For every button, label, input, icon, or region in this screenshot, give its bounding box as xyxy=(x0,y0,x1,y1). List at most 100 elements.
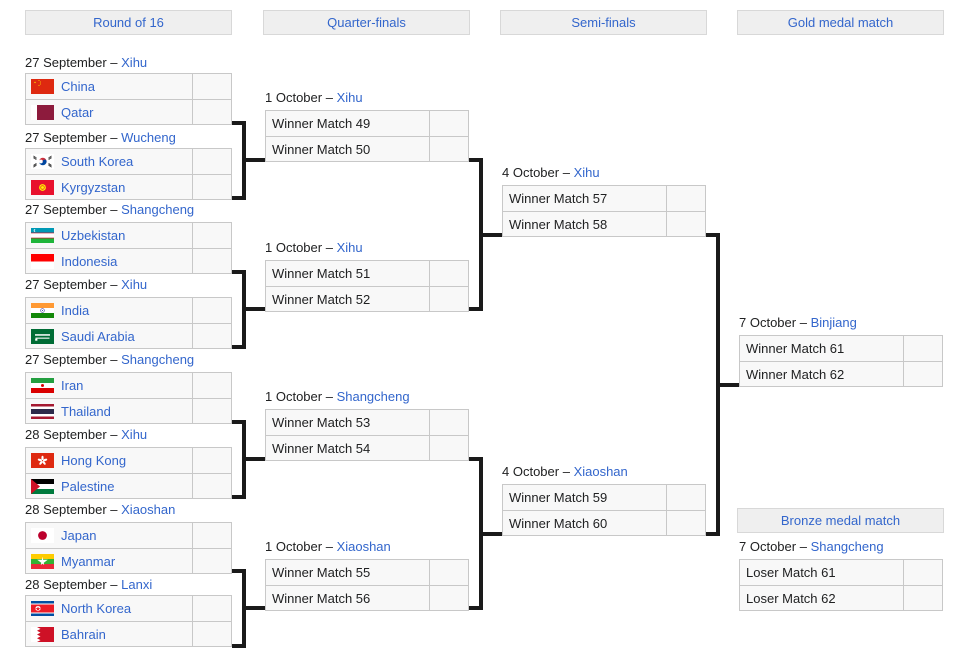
flag-icon-kyrgyzstan xyxy=(31,179,54,195)
flag-icon-japan xyxy=(31,528,54,543)
match-date: 28 September xyxy=(25,577,107,592)
score-cell xyxy=(903,586,942,610)
team-name-link[interactable]: North Korea xyxy=(61,597,131,620)
team-name-link[interactable]: Myanmar xyxy=(61,550,115,573)
match-venue-link[interactable]: Wucheng xyxy=(121,130,176,145)
score-cell xyxy=(429,287,468,311)
match-box: Winner Match 53 Winner Match 54 xyxy=(265,409,469,461)
match-venue-link[interactable]: Xihu xyxy=(121,55,147,70)
round-header-0[interactable]: Round of 16 xyxy=(25,10,232,35)
score-cell xyxy=(192,223,231,248)
match-row: Palestine xyxy=(26,473,231,498)
match-venue-link[interactable]: Xiaoshan xyxy=(337,539,391,554)
team-name-link[interactable]: Uzbekistan xyxy=(61,224,125,247)
score-cell xyxy=(192,324,231,348)
team-name-link[interactable]: Palestine xyxy=(61,475,114,498)
placeholder-label: Winner Match 62 xyxy=(746,366,845,382)
match-venue-link[interactable]: Binjiang xyxy=(811,315,857,330)
team-name-link[interactable]: South Korea xyxy=(61,150,133,173)
score-cell xyxy=(192,622,231,646)
match-box: Winner Match 51 Winner Match 52 xyxy=(265,260,469,312)
team-cell: China xyxy=(26,74,192,99)
placeholder-label: Winner Match 57 xyxy=(509,191,608,206)
quarter-final-caption: 1 October – Shangcheng xyxy=(265,389,410,404)
match-row: Qatar xyxy=(26,99,231,124)
round-header-4[interactable]: Bronze medal match xyxy=(737,508,944,533)
flag-icon-qatar xyxy=(31,104,54,120)
score-cell xyxy=(429,560,468,585)
match-venue-link[interactable]: Lanxi xyxy=(121,577,152,592)
match-venue-link[interactable]: Xihu xyxy=(337,90,363,105)
team-name-link[interactable]: Indonesia xyxy=(61,250,117,273)
gold-medal-caption: 7 October – Binjiang xyxy=(739,315,857,330)
round-header-3[interactable]: Gold medal match xyxy=(737,10,944,35)
team-name-link[interactable]: Qatar xyxy=(61,101,94,124)
bracket-connector xyxy=(232,495,246,499)
team-cell: Qatar xyxy=(26,100,192,124)
match-box: North Korea Bahrain xyxy=(25,595,232,647)
round-header-1[interactable]: Quarter-finals xyxy=(263,10,470,35)
score-cell xyxy=(192,175,231,199)
tournament-bracket: Round of 16 Quarter-finals Semi-finals Gold… xyxy=(0,0,976,652)
team-name-link[interactable]: Thailand xyxy=(61,400,111,423)
flag-icon-uzbekistan xyxy=(31,228,54,243)
team-cell: Winner Match 55 xyxy=(266,560,429,585)
round-of-16-caption: 27 September – Shangcheng xyxy=(25,202,195,217)
match-box: Uzbekistan Indonesia xyxy=(25,222,232,274)
match-row: Winner Match 53 xyxy=(266,410,468,435)
team-name-link[interactable]: China xyxy=(61,75,95,98)
bracket-connector xyxy=(246,606,265,610)
round-of-16-caption: 27 September – Xihu xyxy=(25,55,148,70)
match-row: North Korea xyxy=(26,596,231,621)
team-cell: Winner Match 62 xyxy=(740,362,903,386)
match-venue-link[interactable]: Xiaoshan xyxy=(574,464,628,479)
match-venue-link[interactable]: Xihu xyxy=(337,240,363,255)
match-box: India Saudi Arabia xyxy=(25,297,232,349)
team-name-link[interactable]: Saudi Arabia xyxy=(61,325,135,348)
match-venue-link[interactable]: Shangcheng xyxy=(811,539,884,554)
flag-icon-saudiarabia xyxy=(31,328,54,344)
team-cell: Winner Match 52 xyxy=(266,287,429,311)
score-cell xyxy=(903,336,942,361)
team-name-link[interactable]: Bahrain xyxy=(61,623,106,646)
score-cell xyxy=(192,399,231,423)
match-row: Winner Match 51 xyxy=(266,261,468,286)
placeholder-label: Winner Match 50 xyxy=(272,141,371,157)
team-cell: Uzbekistan xyxy=(26,223,192,248)
match-venue-link[interactable]: Shangcheng xyxy=(337,389,410,404)
team-cell: Winner Match 53 xyxy=(266,410,429,435)
match-row: Winner Match 54 xyxy=(266,435,468,460)
placeholder-label: Winner Match 52 xyxy=(272,291,371,307)
match-row: Loser Match 62 xyxy=(740,585,942,610)
team-name-link[interactable]: India xyxy=(61,299,89,322)
score-cell xyxy=(429,137,468,161)
match-venue-link[interactable]: Xihu xyxy=(121,277,147,292)
score-cell xyxy=(192,474,231,498)
team-name-link[interactable]: Kyrgyzstan xyxy=(61,176,125,199)
team-cell: Winner Match 60 xyxy=(503,511,666,535)
bracket-connector xyxy=(469,307,483,311)
score-cell xyxy=(192,249,231,273)
match-venue-link[interactable]: Xihu xyxy=(574,165,600,180)
team-name-link[interactable]: Iran xyxy=(61,374,83,397)
match-row: Iran xyxy=(26,373,231,398)
placeholder-label: Winner Match 59 xyxy=(509,490,608,505)
match-box: Loser Match 61 Loser Match 62 xyxy=(739,559,943,611)
round-of-16-caption: 27 September – Xihu xyxy=(25,277,148,292)
flag-icon-china xyxy=(31,79,54,94)
score-cell xyxy=(429,111,468,136)
match-venue-link[interactable]: Shangcheng xyxy=(121,202,194,217)
team-name-link[interactable]: Hong Kong xyxy=(61,449,126,472)
team-name-link[interactable]: Japan xyxy=(61,524,96,547)
placeholder-label: Winner Match 58 xyxy=(509,216,608,232)
match-venue-link[interactable]: Xiaoshan xyxy=(121,502,175,517)
match-venue-link[interactable]: Shangcheng xyxy=(121,352,194,367)
placeholder-label: Winner Match 55 xyxy=(272,565,371,580)
bracket-connector xyxy=(706,532,720,536)
round-header-2[interactable]: Semi-finals xyxy=(500,10,707,35)
team-cell: Saudi Arabia xyxy=(26,324,192,348)
bracket-connector xyxy=(246,158,265,162)
match-venue-link[interactable]: Xihu xyxy=(121,427,147,442)
match-row: Bahrain xyxy=(26,621,231,646)
bracket-connector xyxy=(720,383,739,387)
